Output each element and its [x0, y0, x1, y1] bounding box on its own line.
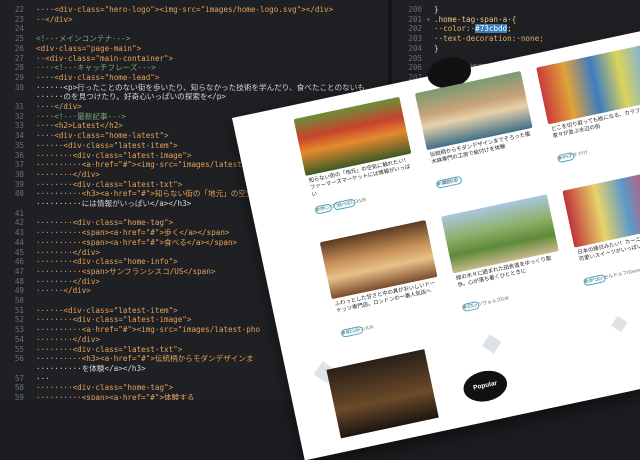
- map-pin-icon: [340, 330, 346, 335]
- code-text: ····<div·class="home-lead">: [36, 72, 160, 82]
- code-text: ···: [36, 373, 50, 383]
- code-text: ····<!--·最新記事·-->: [36, 111, 126, 121]
- code-text: ··</div>: [36, 14, 73, 24]
- code-text: ········</div>: [36, 276, 101, 286]
- code-text: ········<div·class="latest-txt">: [36, 179, 183, 189]
- code-text: ··color:·: [434, 24, 476, 34]
- code-text: ····</div>: [36, 102, 82, 111]
- code-text: }: [434, 5, 439, 14]
- latest-card[interactable]: どこを切り取っても絵になる、カラフルな家々が並ぶ水辺の街 歩く ベネチア/IT: [536, 45, 640, 173]
- triangle-pattern-decoration: [481, 334, 502, 354]
- line-number: 59: [14, 393, 24, 400]
- code-text: ········</div>: [36, 334, 101, 344]
- latest-card[interactable]: 伝統柄からモダンデザインまでそろった植木鉢専門の工房で絵付けを体験 体験する 東…: [414, 70, 543, 199]
- code-text: ··········<h3><a·href="#">伝統柄からモダンデザインま: [36, 354, 254, 364]
- code-text: ··········<span><a·href="#">歩く</a></span…: [36, 228, 230, 238]
- code-text: ··<div·class="main-container">: [36, 53, 174, 63]
- code-text: }: [434, 43, 439, 53]
- code-text: ········</div>: [36, 169, 101, 179]
- code-text: ········<div·class="latest-image">: [36, 315, 192, 325]
- map-pin-icon: [557, 155, 562, 161]
- popular-label: Popular: [472, 379, 498, 392]
- code-text: ········<div·class="home-tag">: [36, 383, 174, 393]
- latest-card[interactable]: 知らない街の「地元」の空気に触れたい！ファーマーズマーケットには情報がいっぱい …: [293, 96, 422, 225]
- code-text: ··········には情報がいっぱい</a></h3>: [36, 199, 192, 208]
- code-text: ······</div>: [36, 286, 91, 296]
- gingerbread-hearts-photo[interactable]: [562, 168, 640, 248]
- code-text: ··········を体験</a></h3>: [36, 363, 146, 373]
- code-text: ········<div·class="home-info">: [36, 257, 178, 267]
- code-text: <!--·メインコンテナ·-->: [36, 34, 131, 44]
- code-text: ····<h2>Latest</h2>: [36, 121, 123, 131]
- code-text: ····<!--·キャッチフレーズ·-->: [36, 63, 156, 73]
- code-text: ····<div·class="hero-logo"><img·src="ima…: [36, 5, 334, 14]
- code-text: ······のを見つけたり。好奇心いっぱいの探索を</p>: [36, 92, 226, 102]
- popular-photo[interactable]: [326, 349, 439, 439]
- code-text: ········<div·class="latest-txt">: [36, 344, 183, 354]
- code-text: ··········<span>サンフランシスコ/US</span>: [36, 266, 216, 276]
- latest-card[interactable]: 日本の縁日みたい！カーニバルの屋台には可愛いスイーツがいっぱい 食べる デュッセ…: [562, 168, 640, 296]
- code-text: ······<div·class="latest-item">: [36, 305, 178, 315]
- code-text: ········</div>: [36, 247, 101, 257]
- code-text: ··········<a·href="#"><img·src="images/l…: [36, 325, 261, 335]
- code-line[interactable]: 59 ··········<span><a·href="#">体験する: [0, 392, 195, 400]
- code-text: ········<div·class="home-tag">: [36, 218, 174, 228]
- code-text: ······<p>行ったことのない街を歩いたり、知らなかった技術を学んだり、食べ…: [36, 82, 365, 92]
- map-pin-icon: [435, 181, 441, 186]
- code-text: <div·class="page-main">: [36, 43, 142, 53]
- map-pin-icon: [314, 206, 320, 212]
- code-text: ····<div·class="home-latest">: [36, 131, 169, 141]
- code-text: ;: [507, 24, 512, 34]
- code-text: .home-tag·span·a·{: [434, 14, 517, 24]
- map-pin-icon: [461, 304, 467, 310]
- latest-card[interactable]: ふわっとした甘さと中の具がおいしいドーナッツ専門店。ロンドンの一番人気店へ 食べ…: [319, 220, 448, 348]
- map-pin-icon: [583, 278, 588, 284]
- selected-color-value[interactable]: #73cbdd: [475, 24, 508, 34]
- code-text: ··text-decoration:·none;: [434, 34, 544, 44]
- code-text: ······<div·class="latest-item">: [36, 140, 178, 150]
- code-text: ········<div·class="latest-image">: [36, 150, 192, 160]
- code-text: ··········<span><a·href="#">体験する: [36, 393, 195, 400]
- latest-card[interactable]: 緑の木々に囲まれた田舎道をゆっくり散歩。心が落ち着くひとときに 歩く コッツウォ…: [441, 194, 569, 322]
- triangle-pattern-decoration: [610, 315, 628, 333]
- code-text: ··········<span><a·href="#">食べる</a></spa…: [36, 237, 238, 247]
